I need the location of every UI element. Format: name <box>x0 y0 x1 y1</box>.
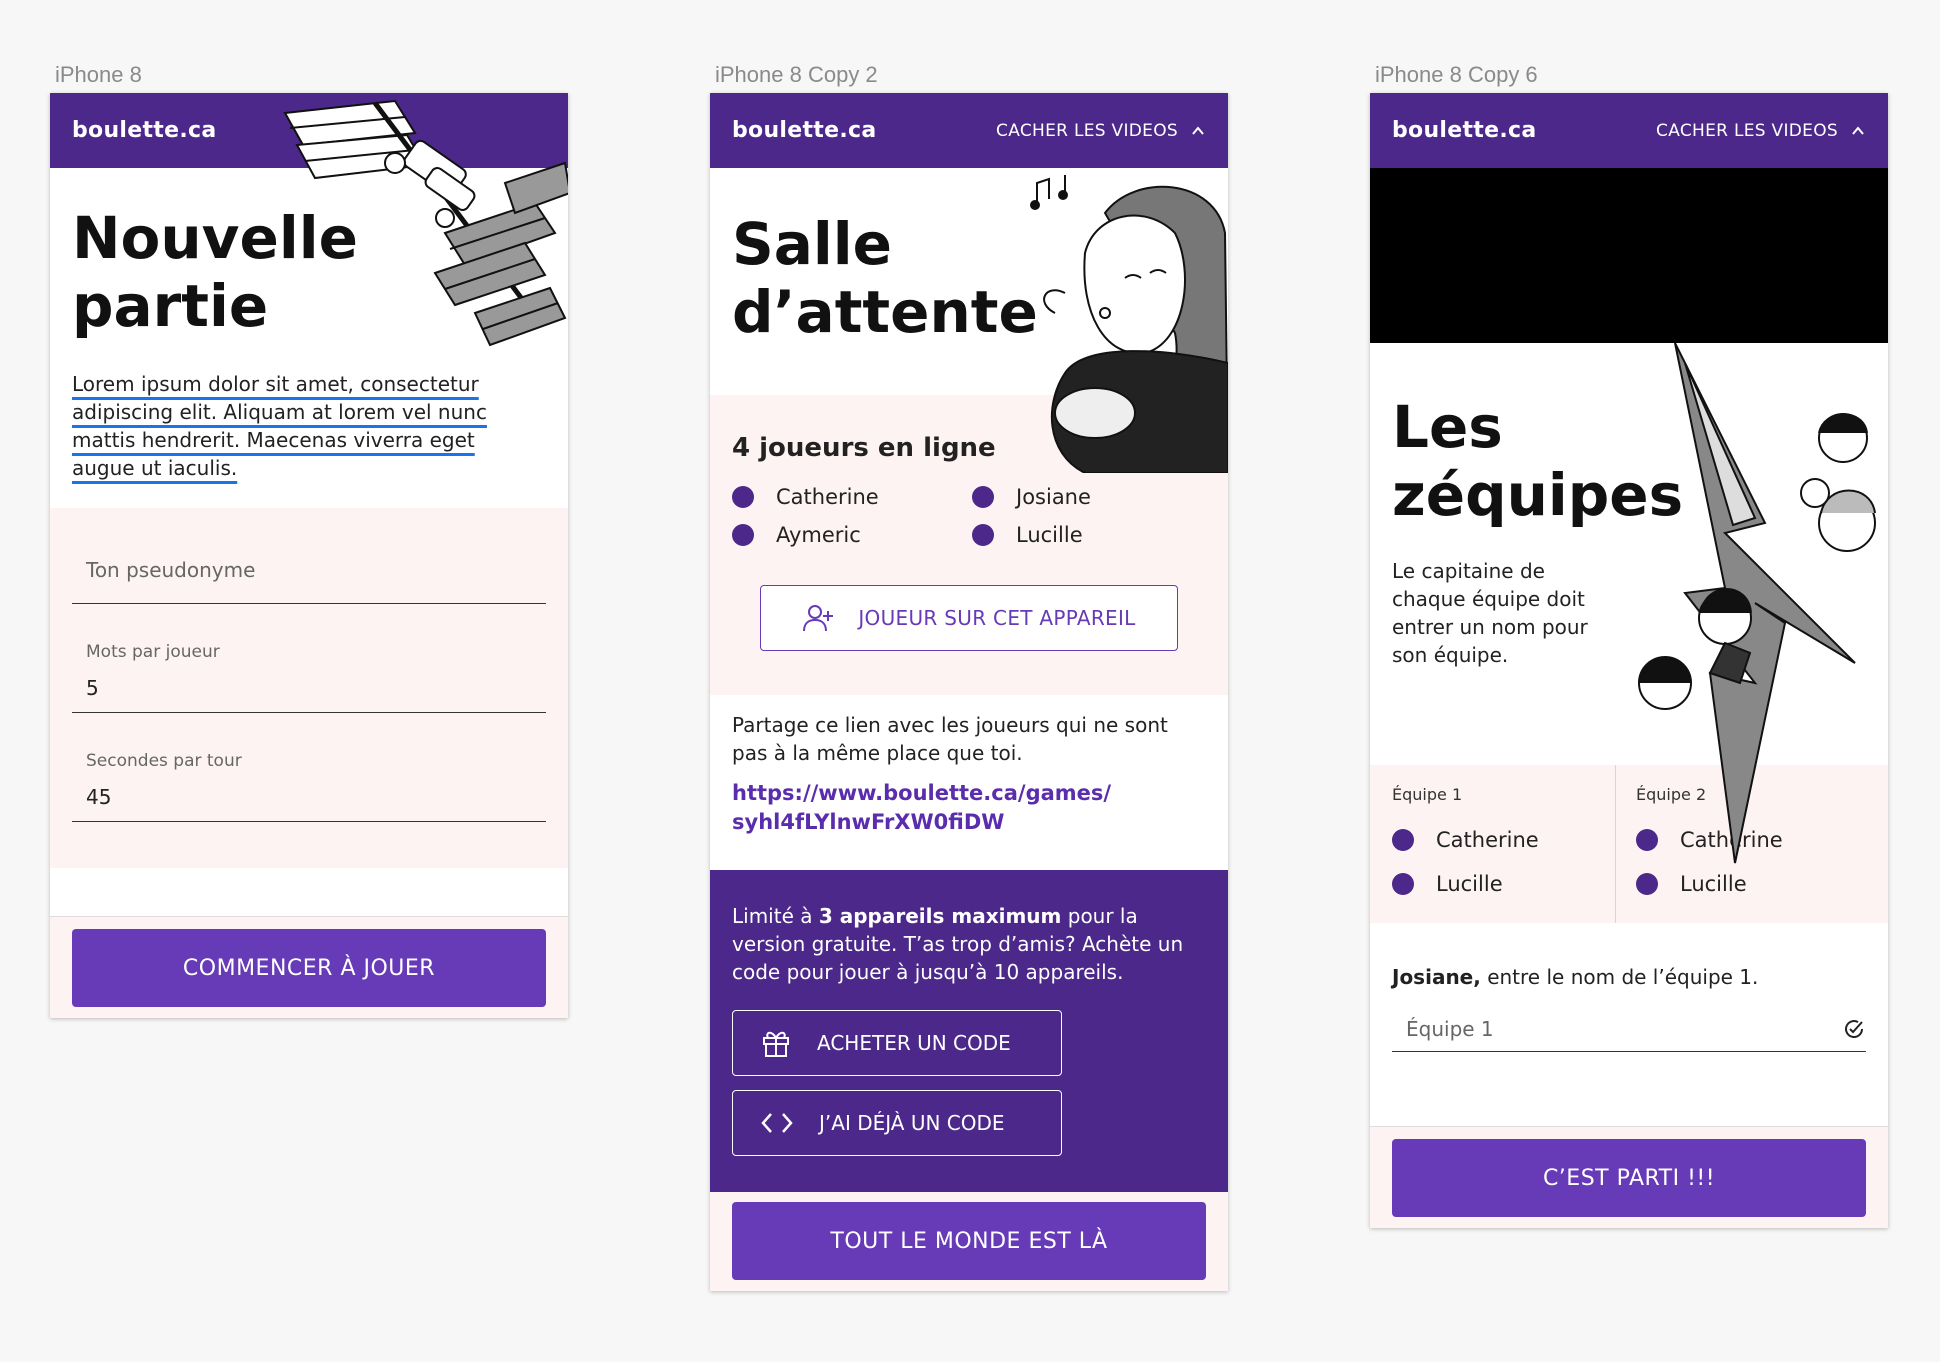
player-avatar-dot <box>972 524 994 546</box>
frame-label-1: iPhone 8 <box>55 62 142 87</box>
words-per-player-label: Mots par joueur <box>86 642 220 662</box>
start-round-button[interactable]: C’EST PARTI !!! <box>1392 1139 1866 1217</box>
hide-videos-label: CACHER LES VIDEOS <box>1656 120 1838 141</box>
player-avatar-dot <box>732 486 754 508</box>
player-item: Aymeric <box>732 523 972 547</box>
team-member: Lucille <box>1636 872 1888 896</box>
nickname-input[interactable]: Ton pseudonyme <box>72 558 255 582</box>
player-avatar-dot <box>1392 873 1414 895</box>
chevron-up-icon <box>1852 125 1864 135</box>
have-code-label: J’AI DÉJÀ UN CODE <box>819 1111 1005 1135</box>
player-avatar-dot <box>732 524 754 546</box>
app-bar: boulette.ca CACHER LES VIDEOS <box>1370 93 1888 168</box>
words-per-player-input[interactable]: 5 <box>86 676 546 700</box>
phone-new-game: boulette.ca Nouvelle partie Lorem ipsum … <box>50 93 568 1018</box>
video-area[interactable] <box>1370 168 1888 343</box>
share-link[interactable]: https://www.boulette.ca/games/ syhl4fLYl… <box>732 779 1206 837</box>
bottom-action-bar: COMMENCER À JOUER <box>50 916 568 1018</box>
nickname-field[interactable]: Ton pseudonyme <box>72 558 546 604</box>
add-person-icon <box>803 605 834 632</box>
seconds-per-turn-input[interactable]: 45 <box>86 785 546 809</box>
page-title-line1: Salle <box>732 210 893 278</box>
page-title-line1: Les <box>1392 393 1503 461</box>
words-per-player-field[interactable]: Mots par joueur 5 <box>72 642 546 713</box>
brand-logo[interactable]: boulette.ca <box>1392 118 1537 143</box>
gift-icon <box>763 1031 789 1057</box>
team-name-field[interactable]: Équipe 1 <box>1392 1007 1866 1052</box>
phone-teams: boulette.ca CACHER LES VIDEOS Les zéquip… <box>1370 93 1888 1228</box>
share-link-line2: syhl4fLYlnwFrXW0fiDW <box>732 810 1005 834</box>
bottom-action-bar: TOUT LE MONDE EST LÀ <box>710 1192 1228 1291</box>
upgrade-panel: Limité à 3 appareils maximum pour la ver… <box>710 870 1228 1192</box>
share-instructions: Partage ce lien avec les joueurs qui ne … <box>732 713 1168 765</box>
hide-videos-label: CACHER LES VIDEOS <box>996 120 1178 141</box>
add-local-player-label: JOUEUR SUR CET APPAREIL <box>858 606 1136 630</box>
intro-text: Lorem ipsum dolor sit amet, consectetur … <box>72 372 487 480</box>
player-item: Josiane <box>972 485 1192 509</box>
team-member: Lucille <box>1392 872 1615 896</box>
team-name-prompt: Josiane, entre le nom de l’équipe 1. <box>1392 965 1759 989</box>
check-circle-icon[interactable] <box>1842 1017 1866 1041</box>
brand-logo[interactable]: boulette.ca <box>732 118 877 143</box>
frame-label-2: iPhone 8 Copy 2 <box>715 62 878 87</box>
page-title-line2: d’attente <box>732 278 1038 346</box>
player-avatar-dot <box>1392 829 1414 851</box>
settings-form: Ton pseudonyme Mots par joueur 5 Seconde… <box>50 508 568 868</box>
hide-videos-toggle[interactable]: CACHER LES VIDEOS <box>996 121 1206 141</box>
frame-label-3: iPhone 8 Copy 6 <box>1375 62 1538 87</box>
teams-description: Le capitaine de chaque équipe doit entre… <box>1392 559 1588 667</box>
seconds-per-turn-field[interactable]: Secondes par tour 45 <box>72 751 546 822</box>
chevron-up-icon <box>1192 125 1204 135</box>
code-icon <box>761 1113 793 1133</box>
hide-videos-toggle[interactable]: CACHER LES VIDEOS <box>1656 121 1866 141</box>
team-1-column: Équipe 1 Catherine Lucille <box>1370 765 1616 923</box>
team-name-input[interactable]: Équipe 1 <box>1406 1017 1494 1041</box>
everyone-here-button[interactable]: TOUT LE MONDE EST LÀ <box>732 1202 1206 1280</box>
share-section: Partage ce lien avec les joueurs qui ne … <box>710 695 1228 837</box>
whistling-girl-illustration <box>1030 175 1228 473</box>
buy-code-label: ACHETER UN CODE <box>817 1031 1011 1055</box>
player-avatar-dot <box>972 486 994 508</box>
buy-code-button[interactable]: ACHETER UN CODE <box>732 1010 1062 1076</box>
device-limit-text: Limité à 3 appareils maximum pour la ver… <box>732 904 1184 984</box>
lightning-faces-illustration <box>1638 343 1876 864</box>
brand-logo[interactable]: boulette.ca <box>72 118 217 143</box>
player-item: Catherine <box>732 485 972 509</box>
team-member: Catherine <box>1392 828 1615 852</box>
player-list: Catherine Josiane Aymeric Lucille <box>732 485 1206 547</box>
space-station-illustration <box>283 99 568 347</box>
share-link-line1: https://www.boulette.ca/games/ <box>732 781 1112 805</box>
have-code-button[interactable]: J’AI DÉJÀ UN CODE <box>732 1090 1062 1156</box>
team-name-form: Josiane, entre le nom de l’équipe 1. Équ… <box>1370 923 1888 1052</box>
app-bar: boulette.ca CACHER LES VIDEOS <box>710 93 1228 168</box>
bottom-action-bar: C’EST PARTI !!! <box>1370 1126 1888 1228</box>
phone-waiting-room: boulette.ca CACHER LES VIDEOS Salle d’at… <box>710 93 1228 1291</box>
player-item: Lucille <box>972 523 1192 547</box>
seconds-per-turn-label: Secondes par tour <box>86 751 242 771</box>
page-title-line2: partie <box>72 272 269 340</box>
team-1-label: Équipe 1 <box>1392 785 1463 804</box>
add-local-player-button[interactable]: JOUEUR SUR CET APPAREIL <box>760 585 1178 651</box>
start-game-button[interactable]: COMMENCER À JOUER <box>72 929 546 1007</box>
player-avatar-dot <box>1636 873 1658 895</box>
